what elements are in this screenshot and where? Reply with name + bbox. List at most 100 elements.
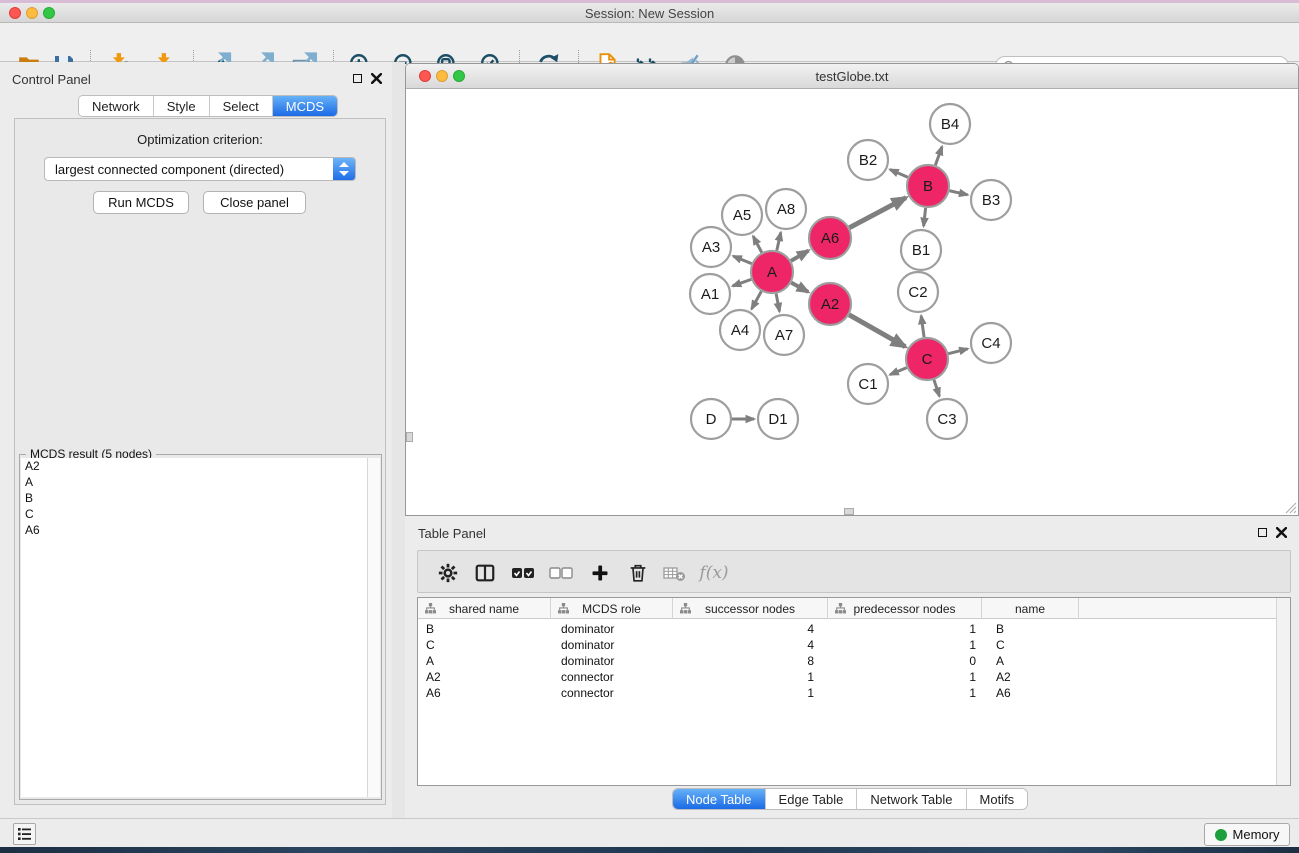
mcds-result-list[interactable]: A2ABCA6 — [21, 458, 368, 797]
table-cell[interactable]: 4 — [673, 637, 828, 653]
select-all-icon[interactable] — [510, 560, 536, 586]
table-cell[interactable]: connector — [551, 669, 673, 685]
graph-node-C1[interactable]: C1 — [848, 364, 888, 404]
graph-node-A4[interactable]: A4 — [720, 310, 760, 350]
column-header-shared-name[interactable]: shared name — [418, 598, 551, 619]
close-panel-icon[interactable] — [1276, 527, 1287, 538]
table-cell[interactable]: A — [418, 653, 551, 669]
tab-motifs[interactable]: Motifs — [966, 789, 1028, 809]
window-resize-grip[interactable] — [1283, 500, 1297, 514]
mcds-result-scrollbar[interactable] — [367, 458, 380, 797]
tab-node-table[interactable]: Node Table — [673, 789, 765, 809]
graph-node-D1[interactable]: D1 — [758, 399, 798, 439]
table-cell[interactable]: 1 — [673, 685, 828, 701]
table-cell[interactable]: B — [418, 621, 551, 637]
column-header-predecessor-nodes[interactable]: predecessor nodes — [828, 598, 982, 619]
graph-edge-C-C1[interactable] — [890, 368, 907, 375]
graph-node-A3[interactable]: A3 — [691, 227, 731, 267]
memory-button[interactable]: Memory — [1204, 823, 1290, 846]
table-cell[interactable]: A2 — [982, 669, 1079, 685]
graph-node-A7[interactable]: A7 — [764, 315, 804, 355]
graph-node-B[interactable]: B — [907, 165, 949, 207]
graph-edge-A-A8[interactable] — [777, 232, 781, 250]
graph-node-B4[interactable]: B4 — [930, 104, 970, 144]
graph-node-A6[interactable]: A6 — [809, 217, 851, 259]
table-cell[interactable]: C — [418, 637, 551, 653]
tab-network-table[interactable]: Network Table — [856, 789, 965, 809]
app-titlebar[interactable]: Session: New Session — [0, 3, 1299, 23]
graph-node-A2[interactable]: A2 — [809, 283, 851, 325]
optimization-criterion-dropdown[interactable]: largest connected component (directed) — [44, 157, 356, 181]
network-window-titlebar[interactable]: testGlobe.txt — [406, 64, 1298, 89]
table-cell[interactable]: connector — [551, 685, 673, 701]
graph-node-A[interactable]: A — [751, 251, 793, 293]
table-cell[interactable]: 4 — [673, 621, 828, 637]
graph-edge-A2-C[interactable] — [849, 315, 905, 347]
column-header-mcds-role[interactable]: MCDS role — [551, 598, 673, 619]
settings-gear-icon[interactable] — [435, 560, 461, 586]
tab-style[interactable]: Style — [153, 96, 209, 116]
graph-node-B2[interactable]: B2 — [848, 140, 888, 180]
table-cell[interactable]: 1 — [828, 637, 982, 653]
table-cell[interactable]: A2 — [418, 669, 551, 685]
delete-column-icon[interactable] — [625, 560, 651, 586]
table-cell[interactable]: 1 — [828, 621, 982, 637]
graph-node-C2[interactable]: C2 — [898, 272, 938, 312]
table-cell[interactable]: 1 — [828, 669, 982, 685]
add-column-icon[interactable] — [587, 560, 613, 586]
graph-node-C4[interactable]: C4 — [971, 323, 1011, 363]
tab-mcds[interactable]: MCDS — [272, 96, 337, 116]
table-cell[interactable]: A6 — [418, 685, 551, 701]
function-builder-icon[interactable]: f(x) — [696, 560, 732, 586]
delete-table-icon[interactable] — [661, 560, 687, 586]
tab-select[interactable]: Select — [209, 96, 272, 116]
table-row[interactable]: Bdominator41B — [418, 621, 1276, 637]
network-vertical-scrollbar[interactable] — [406, 432, 413, 442]
table-cell[interactable]: A — [982, 653, 1079, 669]
float-panel-icon[interactable] — [353, 74, 362, 83]
column-header-name[interactable]: name — [982, 598, 1079, 619]
tab-network[interactable]: Network — [79, 96, 153, 116]
graph-node-C[interactable]: C — [906, 338, 948, 380]
node-table[interactable]: shared nameMCDS rolesuccessor nodesprede… — [417, 597, 1291, 786]
table-cell[interactable]: C — [982, 637, 1079, 653]
table-row[interactable]: A6connector11A6 — [418, 685, 1276, 701]
graph-edge-B-B2[interactable] — [890, 170, 908, 178]
close-panel-icon[interactable] — [371, 73, 382, 84]
graph-edge-C-C2[interactable] — [921, 316, 924, 337]
table-cell[interactable]: B — [982, 621, 1079, 637]
network-horizontal-scrollbar[interactable] — [844, 508, 854, 515]
table-cell[interactable]: dominator — [551, 653, 673, 669]
table-scrollbar[interactable] — [1276, 598, 1290, 785]
float-panel-icon[interactable] — [1258, 528, 1267, 537]
table-cell[interactable]: 1 — [673, 669, 828, 685]
task-history-button[interactable] — [13, 823, 36, 845]
mcds-result-item[interactable]: C — [21, 506, 368, 522]
panel-splitter[interactable] — [392, 62, 405, 818]
graph-edge-B-B1[interactable] — [924, 208, 926, 226]
graph-node-C3[interactable]: C3 — [927, 399, 967, 439]
table-cell[interactable]: 0 — [828, 653, 982, 669]
graph-edge-A-A6[interactable] — [791, 251, 808, 261]
graph-edge-A6-B[interactable] — [849, 198, 905, 228]
table-cell[interactable]: 8 — [673, 653, 828, 669]
graph-edge-A-A3[interactable] — [733, 256, 751, 264]
graph-edge-A-A2[interactable] — [791, 283, 808, 292]
close-panel-button[interactable]: Close panel — [203, 191, 306, 214]
mcds-result-item[interactable]: B — [21, 490, 368, 506]
graph-node-A5[interactable]: A5 — [722, 195, 762, 235]
graph-edge-A-A4[interactable] — [752, 291, 762, 309]
table-row[interactable]: Cdominator41C — [418, 637, 1276, 653]
graph-node-A1[interactable]: A1 — [690, 274, 730, 314]
mcds-result-item[interactable]: A6 — [21, 522, 368, 538]
table-cell[interactable]: A6 — [982, 685, 1079, 701]
table-cell[interactable]: 1 — [828, 685, 982, 701]
graph-edge-C-C4[interactable] — [948, 349, 967, 354]
split-panel-icon[interactable] — [472, 560, 498, 586]
tab-edge-table[interactable]: Edge Table — [765, 789, 857, 809]
deselect-all-icon[interactable] — [548, 560, 574, 586]
mcds-result-item[interactable]: A — [21, 474, 368, 490]
graph-edge-A-A1[interactable] — [733, 279, 752, 286]
graph-edge-A-A5[interactable] — [753, 236, 762, 252]
graph-edge-C-C3[interactable] — [934, 380, 939, 396]
